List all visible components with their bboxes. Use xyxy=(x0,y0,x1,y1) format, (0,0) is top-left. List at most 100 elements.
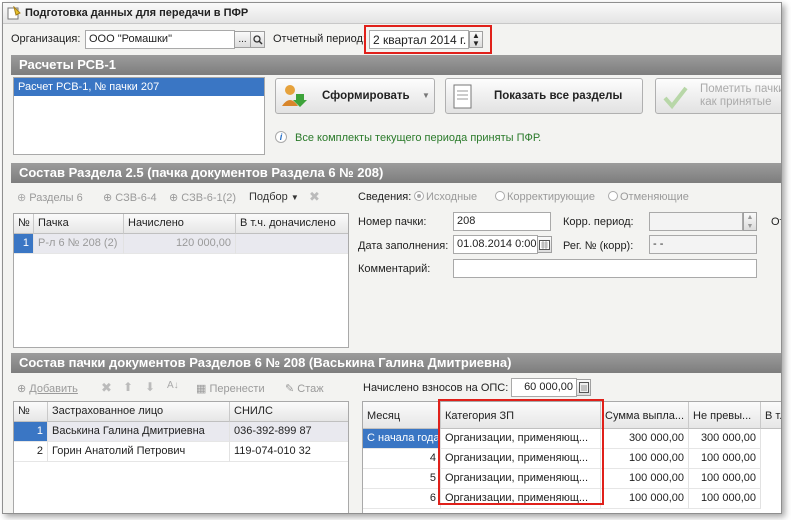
table-cell[interactable]: 300 000,00 xyxy=(689,429,761,449)
szv64-label: СЗВ-6-4 xyxy=(115,192,157,204)
szv64-button[interactable]: ⊕ СЗВ-6-4 xyxy=(103,191,157,204)
podbor-button[interactable]: Подбор ▼ xyxy=(249,191,299,203)
period-label: Отчетный период: xyxy=(273,33,366,45)
title-bar: Подготовка данных для передачи в ПФР xyxy=(3,3,781,24)
add-button[interactable]: ⊕ Добавить xyxy=(17,382,78,395)
sort-icon[interactable]: A↓ xyxy=(167,380,179,391)
calculator-icon[interactable] xyxy=(576,379,591,396)
table-cell[interactable]: Горин Анатолий Петрович xyxy=(48,442,230,462)
radio-korr[interactable]: Корректирующие xyxy=(495,191,595,203)
korr-spin-icon[interactable]: ▲ ▼ xyxy=(743,212,757,231)
col-header[interactable]: В т. xyxy=(761,402,781,429)
table-cell-month[interactable]: 5 xyxy=(363,469,441,489)
add-icon: ⊕ xyxy=(17,383,27,395)
move-label: Перенести xyxy=(209,383,265,395)
korr-field[interactable] xyxy=(649,212,743,231)
table-cell[interactable]: 100 000,00 xyxy=(689,449,761,469)
table-cell-month[interactable]: 6 xyxy=(363,489,441,509)
delete-icon[interactable]: ✖ xyxy=(101,380,112,396)
org-select-button[interactable]: ... xyxy=(234,31,251,48)
table-cell[interactable]: 036-392-899 87 xyxy=(230,422,348,442)
pack-grid: № Застрахованное лицо СНИЛС 1 Васькина Г… xyxy=(13,401,349,513)
info-icon: i xyxy=(275,131,287,143)
delete-icon[interactable]: ✖ xyxy=(309,189,320,205)
date-field[interactable]: 01.08.2014 0:00 xyxy=(453,235,538,254)
mark-accepted-button[interactable]: Пометить пачки как принятые xyxy=(655,78,782,114)
col-header[interactable]: Начислено xyxy=(124,214,236,234)
section25-grid: № Пачка Начислено В т.ч. доначислено 1 Р… xyxy=(13,213,349,348)
table-cell[interactable]: 300 000,00 xyxy=(601,429,689,449)
table-cell[interactable]: 100 000,00 xyxy=(601,469,689,489)
table-cell[interactable]: 100 000,00 xyxy=(689,469,761,489)
move-button[interactable]: ▦ Перенести xyxy=(196,382,265,395)
show-all-button[interactable]: Показать все разделы xyxy=(445,78,643,114)
arrow-down-icon[interactable]: ⬇ xyxy=(145,380,155,394)
org-label: Организация: xyxy=(11,33,81,45)
col-header[interactable]: Сумма выпла... xyxy=(601,402,689,429)
rsv-list[interactable]: Расчет РСВ-1, № пачки 207 xyxy=(13,77,265,155)
cut-label: От xyxy=(771,216,781,228)
table-row-num[interactable]: 2 xyxy=(14,442,48,462)
table-cell[interactable]: 100 000,00 xyxy=(601,449,689,469)
korr-label: Корр. период: xyxy=(563,216,634,228)
add-label: Добавить xyxy=(29,383,78,395)
col-header[interactable]: № xyxy=(14,214,34,234)
nomer-label: Номер пачки: xyxy=(358,216,427,228)
nomer-field[interactable]: 208 xyxy=(453,212,551,231)
radio-otmen[interactable]: Отменяющие xyxy=(608,191,689,203)
form-button[interactable]: Сформировать ▼ xyxy=(275,78,435,114)
radio-icon xyxy=(414,191,424,201)
ops-field[interactable]: 60 000,00 xyxy=(511,378,577,397)
table-cell-month[interactable]: С начала года xyxy=(363,429,441,449)
check-icon xyxy=(663,86,688,110)
reg-label: Рег. № (корр): xyxy=(563,240,634,252)
col-header[interactable]: В т.ч. доначислено xyxy=(236,214,348,234)
main-window: Подготовка данных для передачи в ПФР Орг… xyxy=(2,2,782,514)
show-all-button-label: Показать все разделы xyxy=(494,90,623,102)
table-cell[interactable]: 120 000,00 xyxy=(124,234,236,254)
radio-label: Исходные xyxy=(426,191,478,203)
pack-section-header: Состав пачки документов Разделов 6 № 208… xyxy=(11,353,781,373)
list-item[interactable]: Расчет РСВ-1, № пачки 207 xyxy=(14,78,264,96)
search-icon[interactable] xyxy=(250,31,265,48)
table-cell[interactable] xyxy=(236,234,348,254)
reg-field[interactable]: - - xyxy=(649,235,757,254)
stazh-button[interactable]: ✎ Стаж xyxy=(285,382,324,395)
add-icon: ⊕ xyxy=(17,192,27,204)
table-cell[interactable]: Р-л 6 № 208 (2) xyxy=(34,234,124,254)
col-header[interactable]: Месяц xyxy=(363,402,441,429)
calendar-icon[interactable] xyxy=(537,236,552,253)
table-cell-month[interactable]: 4 xyxy=(363,449,441,469)
podbor-label: Подбор xyxy=(249,191,288,203)
move-icon: ▦ xyxy=(196,383,207,395)
table-row-num[interactable]: 1 xyxy=(14,422,48,442)
svedenia-label: Сведения: xyxy=(358,191,412,203)
window-title: Подготовка данных для передачи в ПФР xyxy=(25,7,249,19)
col-header[interactable]: Застрахованное лицо xyxy=(48,402,230,422)
arrow-up-icon[interactable]: ⬆ xyxy=(123,380,133,394)
table-cell[interactable]: 100 000,00 xyxy=(689,489,761,509)
comment-label: Комментарий: xyxy=(358,263,431,275)
document-icon xyxy=(453,84,472,109)
table-cell[interactable]: 119-074-010 32 xyxy=(230,442,348,462)
col-header[interactable]: Не превы... xyxy=(689,402,761,429)
table-row-num[interactable]: 1 xyxy=(14,234,34,254)
users-icon xyxy=(282,85,307,107)
mark-accepted-label: Пометить пачки как принятые xyxy=(700,83,782,108)
document-icon xyxy=(7,6,21,20)
col-header[interactable]: № xyxy=(14,402,48,422)
chevron-down-icon: ▼ xyxy=(290,193,299,202)
org-field[interactable]: ООО "Ромашки" xyxy=(85,30,235,49)
info-text: Все комплекты текущего периода приняты П… xyxy=(295,132,542,144)
szv61-button[interactable]: ⊕ СЗВ-6-1(2) xyxy=(169,191,236,204)
comment-field[interactable] xyxy=(453,259,757,278)
table-cell[interactable]: 100 000,00 xyxy=(601,489,689,509)
stazh-label: Стаж xyxy=(297,383,324,395)
col-header[interactable]: Пачка xyxy=(34,214,124,234)
radio-ishodnye[interactable]: Исходные xyxy=(414,191,477,203)
col-header[interactable]: СНИЛС xyxy=(230,402,348,422)
table-cell[interactable]: Васькина Галина Дмитриевна xyxy=(48,422,230,442)
period-highlight xyxy=(364,25,492,54)
szv61-label: СЗВ-6-1(2) xyxy=(181,192,237,204)
razdely-button[interactable]: ⊕ Разделы 6 xyxy=(17,191,83,204)
